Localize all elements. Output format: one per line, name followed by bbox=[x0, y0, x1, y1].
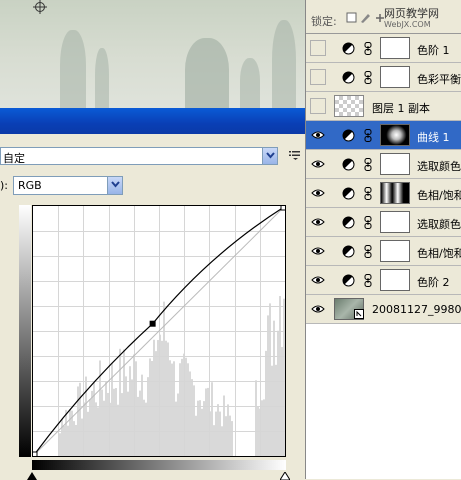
layer-name: 图层 1 副本 bbox=[372, 102, 430, 115]
eye-icon bbox=[311, 276, 325, 284]
layer-visibility-toggle[interactable] bbox=[310, 301, 326, 317]
layers-panel: 锁定: 网页教学网 WebJX.COM 色阶 1 色彩平衡图层 1 副本曲线 1 选… bbox=[305, 0, 461, 479]
channel-value: RGB bbox=[18, 179, 42, 192]
curve-control-point[interactable] bbox=[33, 451, 38, 456]
layer-mask-thumbnail[interactable] bbox=[380, 211, 410, 233]
layer-name: 色阶 2 bbox=[417, 276, 450, 289]
layer-row[interactable]: 选取颜色 bbox=[306, 208, 461, 237]
curve-graph[interactable] bbox=[32, 205, 286, 457]
layer-visibility-toggle[interactable] bbox=[310, 185, 326, 201]
layer-visibility-toggle[interactable] bbox=[310, 272, 326, 288]
histogram bbox=[59, 296, 285, 456]
link-chain-icon[interactable] bbox=[364, 274, 372, 287]
eye-icon bbox=[311, 247, 325, 255]
layer-visibility-toggle[interactable] bbox=[310, 127, 326, 143]
preset-dropdown-button[interactable] bbox=[262, 148, 277, 164]
chevron-down-icon bbox=[266, 152, 275, 159]
adjustment-layer-icon bbox=[342, 216, 355, 229]
link-chain-icon[interactable] bbox=[364, 129, 372, 142]
layer-mask-thumbnail[interactable] bbox=[380, 269, 410, 291]
curve-graph-svg[interactable] bbox=[33, 206, 285, 456]
layer-name: 色彩平衡 bbox=[417, 73, 461, 86]
layer-row[interactable]: 色阶 1 bbox=[306, 34, 461, 63]
link-chain-icon[interactable] bbox=[364, 42, 372, 55]
layer-name: 20081127_9980af4 bbox=[372, 303, 461, 316]
layer-name: 色相/饱和 bbox=[417, 247, 461, 260]
eye-icon bbox=[311, 218, 325, 226]
preset-select[interactable]: 自定 bbox=[0, 147, 278, 165]
curves-dialog-titlebar[interactable] bbox=[0, 108, 305, 134]
adjustment-layer-icon bbox=[342, 71, 355, 84]
chevron-down-icon bbox=[111, 181, 120, 188]
lock-label: 锁定: bbox=[311, 15, 337, 28]
input-gradient-bar bbox=[32, 460, 286, 470]
layer-visibility-toggle[interactable] bbox=[310, 98, 326, 114]
layer-visibility-toggle[interactable] bbox=[310, 69, 326, 85]
layer-row[interactable]: 色彩平衡 bbox=[306, 63, 461, 92]
link-chain-icon[interactable] bbox=[364, 187, 372, 200]
canvas-tree bbox=[60, 30, 86, 108]
adjustment-layer-icon bbox=[342, 245, 355, 258]
watermark-text: 网页教学网 bbox=[384, 7, 439, 20]
link-chain-icon[interactable] bbox=[364, 158, 372, 171]
layer-mask-thumbnail[interactable] bbox=[380, 240, 410, 262]
channel-dropdown-button[interactable] bbox=[107, 177, 122, 194]
link-chain-icon[interactable] bbox=[364, 216, 372, 229]
layer-row[interactable]: 20081127_9980af4 bbox=[306, 295, 461, 324]
eye-icon bbox=[311, 131, 325, 139]
canvas-tree bbox=[240, 58, 260, 108]
eye-icon bbox=[311, 305, 325, 313]
lock-options-icon[interactable] bbox=[346, 12, 386, 24]
crosshair-cursor-icon bbox=[33, 0, 47, 14]
layer-mask-thumbnail[interactable] bbox=[380, 124, 410, 146]
output-gradient-bar bbox=[19, 205, 31, 457]
eye-icon bbox=[311, 189, 325, 197]
channel-select[interactable]: RGB bbox=[13, 176, 123, 195]
channel-row: ): RGB bbox=[0, 176, 130, 196]
layer-row[interactable]: 色相/饱和 bbox=[306, 179, 461, 208]
layer-row[interactable]: 曲线 1 bbox=[306, 121, 461, 150]
curve-control-point[interactable] bbox=[149, 320, 156, 327]
layer-name: 选取颜色 bbox=[417, 218, 461, 231]
adjustment-layer-icon bbox=[342, 158, 355, 171]
canvas-tree bbox=[95, 48, 109, 108]
layer-row[interactable]: 色相/饱和 bbox=[306, 237, 461, 266]
canvas-tree bbox=[185, 38, 229, 108]
adjustment-layer-icon bbox=[342, 274, 355, 287]
layer-thumbnail[interactable] bbox=[334, 95, 364, 117]
layer-row[interactable]: 图层 1 副本 bbox=[306, 92, 461, 121]
preset-value: 自定 bbox=[3, 152, 25, 165]
layer-row[interactable]: 色阶 2 bbox=[306, 266, 461, 295]
adjustment-layer-icon bbox=[342, 129, 355, 142]
layer-style-icon bbox=[354, 309, 364, 319]
channel-label: ): bbox=[0, 179, 8, 192]
layer-name: 曲线 1 bbox=[417, 131, 450, 144]
watermark: 网页教学网 WebJX.COM bbox=[384, 8, 439, 30]
document-canvas[interactable] bbox=[0, 0, 305, 108]
preset-options-menu-icon[interactable] bbox=[289, 150, 301, 160]
preset-row: 自定 bbox=[0, 146, 305, 168]
layer-visibility-toggle[interactable] bbox=[310, 156, 326, 172]
layer-name: 色阶 1 bbox=[417, 44, 450, 57]
link-chain-icon[interactable] bbox=[364, 245, 372, 258]
layer-mask-thumbnail[interactable] bbox=[380, 66, 410, 88]
layer-mask-thumbnail[interactable] bbox=[380, 182, 410, 204]
adjustment-layer-icon bbox=[342, 187, 355, 200]
link-chain-icon[interactable] bbox=[364, 71, 372, 84]
layer-visibility-toggle[interactable] bbox=[310, 214, 326, 230]
eye-icon bbox=[311, 160, 325, 168]
layer-visibility-toggle[interactable] bbox=[310, 40, 326, 56]
layer-name: 选取颜色 bbox=[417, 160, 461, 173]
layer-mask-thumbnail[interactable] bbox=[380, 153, 410, 175]
layer-visibility-toggle[interactable] bbox=[310, 243, 326, 259]
curve-control-point[interactable] bbox=[280, 206, 285, 211]
adjustment-layer-icon bbox=[342, 42, 355, 55]
layer-name: 色相/饱和 bbox=[417, 189, 461, 202]
layer-row[interactable]: 选取颜色 bbox=[306, 150, 461, 179]
lock-row: 锁定: 网页教学网 WebJX.COM bbox=[306, 0, 461, 34]
layer-mask-thumbnail[interactable] bbox=[380, 37, 410, 59]
canvas-tree bbox=[272, 20, 296, 108]
watermark-url: WebJX.COM bbox=[384, 20, 431, 29]
